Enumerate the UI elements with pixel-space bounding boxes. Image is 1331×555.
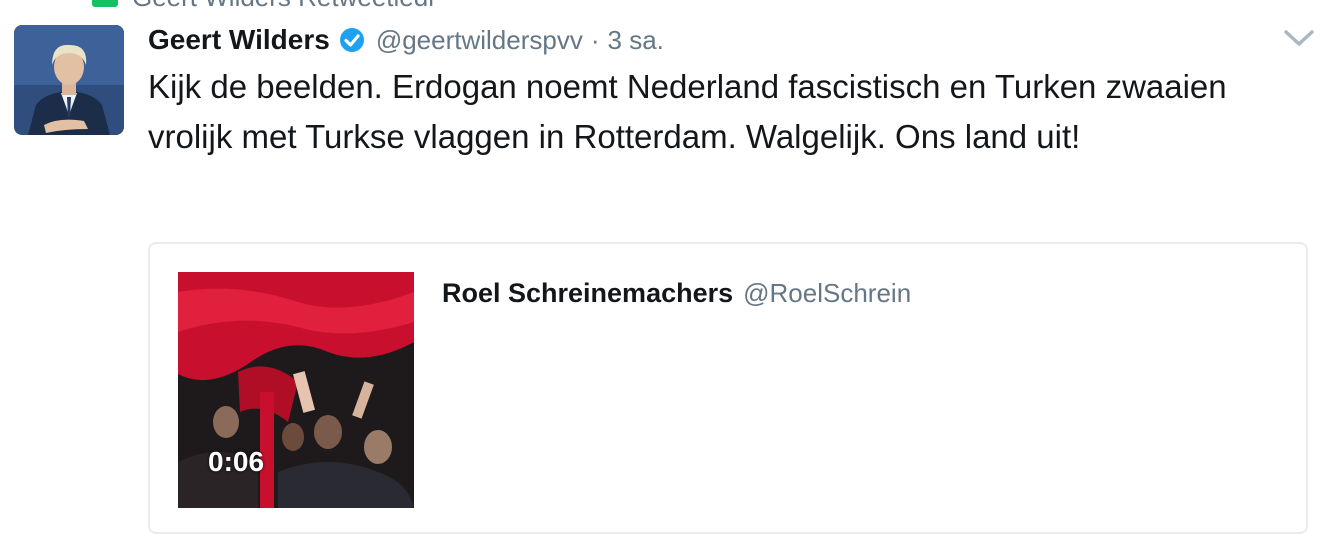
quoted-tweet-card[interactable]: 0:06 Roel Schreinemachers @RoelSchrein	[148, 242, 1308, 534]
tweet-header: Geert Wilders @geertwilderspvv · 3 sa.	[148, 20, 664, 60]
retweet-icon	[92, 0, 118, 7]
author-handle[interactable]: @geertwilderspvv	[376, 25, 583, 56]
verified-badge-icon	[338, 26, 366, 54]
avatar[interactable]	[14, 25, 124, 135]
author-name[interactable]: Geert Wilders	[148, 24, 330, 56]
quoted-author-name[interactable]: Roel Schreinemachers	[442, 278, 733, 309]
avatar-image	[14, 25, 124, 135]
quoted-tweet-header: Roel Schreinemachers @RoelSchrein	[442, 278, 911, 309]
tweet-text: Kijk de beelden. Erdogan noemt Nederland…	[148, 68, 1227, 155]
video-thumbnail[interactable]: 0:06	[178, 272, 414, 508]
retweet-context-text[interactable]: Geert Wilders Retweetledi	[132, 0, 434, 13]
quoted-author-handle[interactable]: @RoelSchrein	[743, 278, 911, 309]
video-duration: 0:06	[208, 446, 265, 477]
tweet-timestamp[interactable]: 3 sa.	[608, 25, 664, 56]
chevron-down-icon[interactable]	[1282, 26, 1316, 50]
retweet-context: Geert Wilders Retweetledi	[92, 0, 434, 12]
separator-dot: ·	[590, 24, 600, 55]
